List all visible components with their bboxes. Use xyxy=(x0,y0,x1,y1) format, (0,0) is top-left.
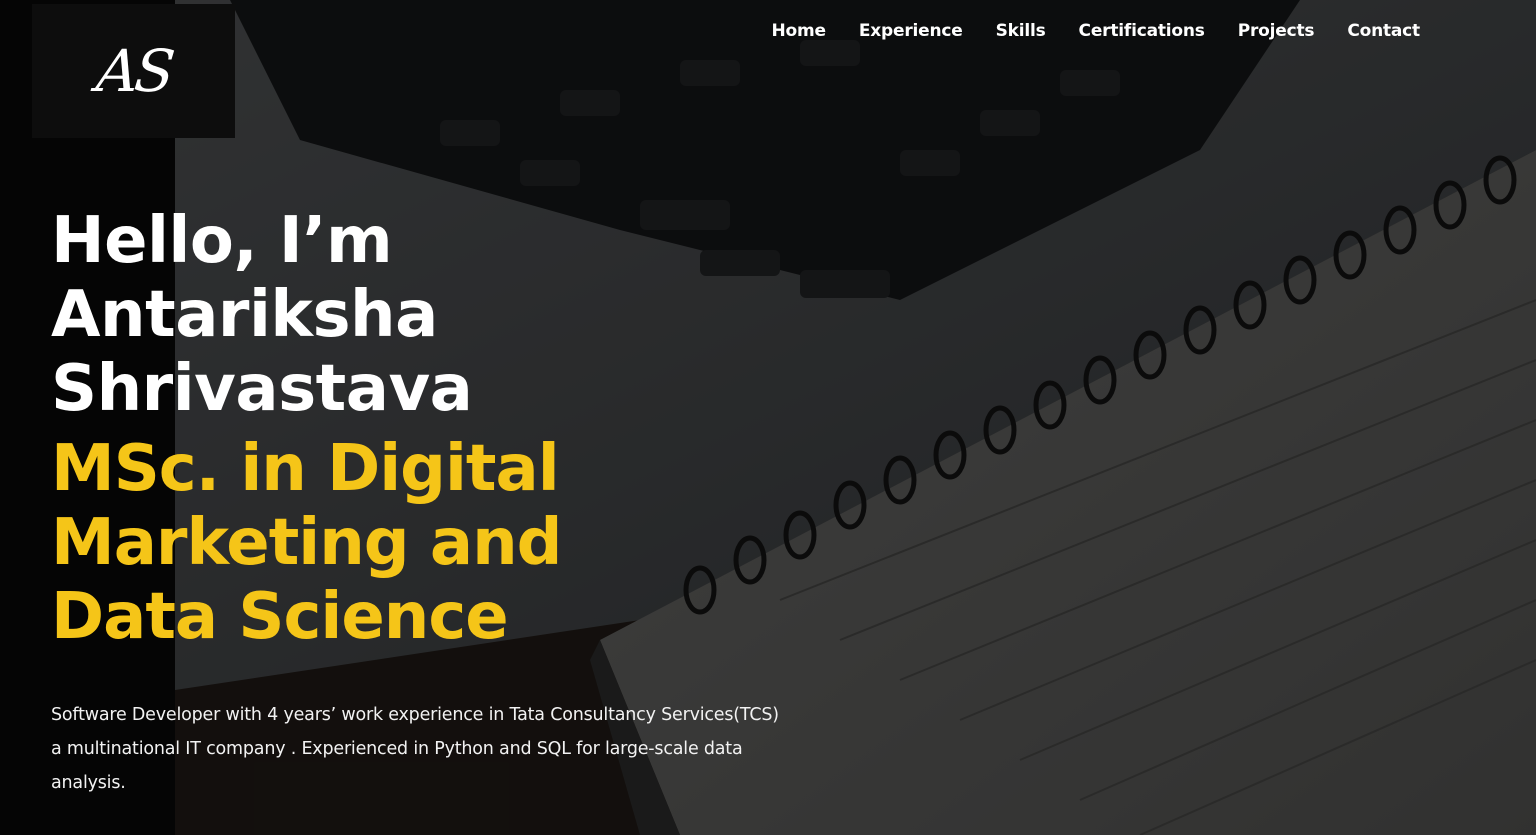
greeting-line: Antariksha xyxy=(51,278,438,352)
greeting-line: Hello, I’m xyxy=(51,204,393,278)
degree-line: MSc. in Digital xyxy=(51,432,560,506)
hero-degree: MSc. in Digital Marketing and Data Scien… xyxy=(51,432,771,654)
nav-experience[interactable]: Experience xyxy=(859,21,963,41)
main-navigation: Home Experience Skills Certifications Pr… xyxy=(772,21,1421,41)
hero-greeting: Hello, I’m Antariksha Shrivastava xyxy=(51,204,771,426)
nav-home[interactable]: Home xyxy=(772,21,827,41)
nav-projects[interactable]: Projects xyxy=(1238,21,1315,41)
logo-monogram: AS xyxy=(93,37,174,105)
degree-line: Data Science xyxy=(51,580,509,654)
nav-certifications[interactable]: Certifications xyxy=(1079,21,1205,41)
nav-skills[interactable]: Skills xyxy=(996,21,1046,41)
hero-intro: Hello, I’m Antariksha Shrivastava MSc. i… xyxy=(51,204,779,800)
site-logo[interactable]: AS xyxy=(32,4,235,138)
hero-bio: Software Developer with 4 years’ work ex… xyxy=(51,705,779,793)
greeting-line: Shrivastava xyxy=(51,352,473,426)
degree-line: Marketing and xyxy=(51,506,562,580)
nav-contact[interactable]: Contact xyxy=(1347,21,1420,41)
